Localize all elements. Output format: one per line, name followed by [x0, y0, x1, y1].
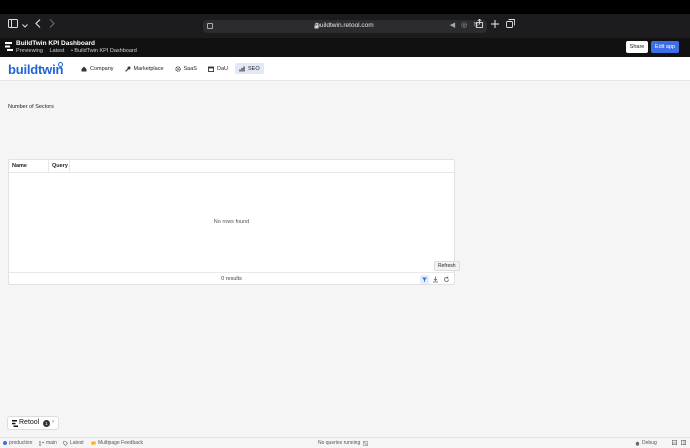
- download-button[interactable]: [431, 275, 440, 284]
- nav-item-company[interactable]: Company: [77, 63, 118, 74]
- debug-label: Debug: [642, 440, 657, 446]
- environment-label: production: [9, 440, 33, 446]
- results-count: 0 results: [221, 276, 242, 282]
- nav-item-label: Company: [90, 65, 114, 72]
- browser-chrome: buildtwin.retool.com ◀ ◎ ↻: [0, 0, 690, 38]
- home-icon: [81, 66, 87, 71]
- new-tab-icon[interactable]: [488, 19, 502, 33]
- retool-logo-icon: [5, 42, 13, 51]
- back-icon[interactable]: [31, 19, 45, 33]
- bug-icon: [635, 441, 640, 446]
- refresh-tooltip: Refresh: [434, 261, 460, 271]
- nav-item-seo[interactable]: SEO: [235, 63, 264, 74]
- nav-item-label: SEO: [248, 65, 260, 72]
- refresh-button[interactable]: [442, 275, 451, 284]
- main-nav: Company Marketplace SaaS DaU SEO: [77, 63, 267, 74]
- version-selector[interactable]: Latest: [49, 48, 64, 54]
- feedback-indicator[interactable]: Multipage Feedback: [91, 440, 143, 446]
- page-selector[interactable]: • BuildTwin KPI Dashboard: [71, 48, 137, 54]
- queries-status-icon: [363, 440, 369, 446]
- status-bar: production main Latest Multipage Feedbac…: [0, 437, 690, 448]
- environment-indicator[interactable]: production: [3, 440, 32, 446]
- sidebar-toggle[interactable]: [681, 440, 688, 445]
- share-button[interactable]: Share: [626, 41, 648, 53]
- download-icon: [433, 276, 438, 283]
- column-header-query[interactable]: Query: [52, 163, 68, 169]
- filter-button[interactable]: [420, 275, 429, 284]
- queries-label: No queries running: [318, 440, 361, 446]
- forward-icon[interactable]: [45, 19, 59, 33]
- chevron-down-icon[interactable]: [18, 19, 32, 33]
- browser-toolbar: buildtwin.retool.com ◀ ◎ ↻: [0, 14, 690, 38]
- nav-item-label: SaaS: [183, 65, 197, 72]
- preview-subtitle: Previewing Latest • BuildTwin KPI Dashbo…: [16, 48, 142, 54]
- app-header: buildtwin Company Marketplace SaaS DaU S…: [0, 57, 690, 81]
- panel-icon: [672, 440, 677, 445]
- chevron-right-icon[interactable]: ›: [52, 419, 54, 425]
- star-icon[interactable]: ☆: [84, 40, 89, 47]
- layout-toggle[interactable]: [672, 440, 679, 445]
- gear-icon: [174, 65, 181, 72]
- branch-indicator[interactable]: main: [39, 440, 57, 446]
- column-divider[interactable]: [48, 160, 49, 173]
- retool-logo-icon: [12, 420, 18, 427]
- feedback-icon: [91, 441, 96, 446]
- table-header: Name Query: [9, 160, 454, 173]
- address-bar[interactable]: buildtwin.retool.com ◀ ◎ ↻: [203, 20, 487, 33]
- edit-app-button[interactable]: Edit app: [651, 41, 679, 53]
- nav-item-dau[interactable]: DaU: [204, 63, 232, 74]
- queries-indicator[interactable]: No queries running: [318, 440, 370, 446]
- nav-item-saas[interactable]: SaaS: [171, 63, 201, 74]
- empty-state-message: No rows found: [213, 219, 250, 225]
- debug-button[interactable]: Debug: [635, 440, 657, 446]
- nav-item-label: Marketplace: [133, 65, 164, 72]
- brand-logo[interactable]: buildtwin: [8, 62, 63, 77]
- nav-item-marketplace[interactable]: Marketplace: [121, 63, 168, 74]
- retool-preview-bar: BuildTwin KPI Dashboard ☆ Previewing Lat…: [0, 38, 690, 57]
- column-divider[interactable]: [69, 160, 70, 173]
- sidebar-panel-icon: [681, 440, 686, 445]
- version-indicator[interactable]: Latest: [63, 440, 84, 446]
- tab-overview-icon[interactable]: [503, 19, 517, 33]
- share-icon[interactable]: [472, 18, 486, 33]
- tag-icon: [63, 440, 68, 446]
- retool-badge[interactable]: Retool 1 ›: [7, 416, 59, 430]
- table-footer: 0 results: [9, 272, 454, 285]
- feedback-label: Multipage Feedback: [98, 440, 144, 446]
- branch-icon: [39, 440, 44, 446]
- nav-item-label: DaU: [216, 65, 228, 72]
- preview-mode-label: Previewing: [16, 48, 43, 54]
- filter-icon: [422, 277, 427, 282]
- notification-count: 1: [43, 420, 50, 427]
- url-text: buildtwin.retool.com: [316, 22, 374, 29]
- retool-label: Retool: [19, 419, 40, 426]
- version-label: Latest: [70, 440, 84, 446]
- branch-label: main: [46, 440, 57, 446]
- column-header-name[interactable]: Name: [12, 163, 27, 169]
- brand-mark-icon: [58, 62, 63, 67]
- environment-dot-icon: [3, 441, 7, 445]
- wrench-icon: [124, 66, 131, 72]
- calendar-icon: [208, 66, 214, 72]
- refresh-icon: [444, 276, 449, 282]
- sectors-label: Number of Sectors: [8, 104, 54, 110]
- data-table: Name Query No rows found 0 results: [8, 159, 455, 285]
- bar-chart-icon: [239, 66, 245, 71]
- system-menu-strip: [0, 0, 690, 14]
